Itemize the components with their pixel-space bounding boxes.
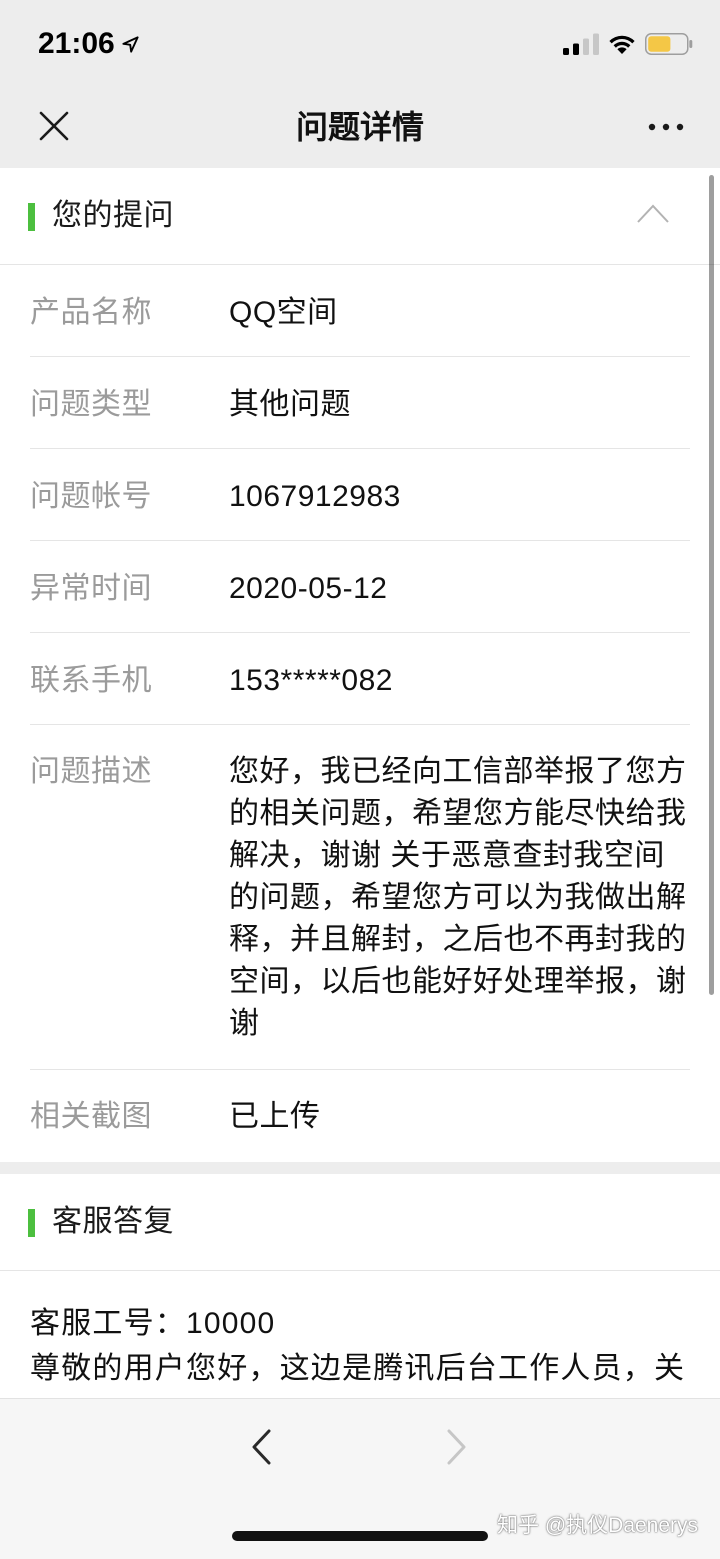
field-row-account: 问题帐号 1067912983 [30, 449, 690, 541]
signal-bar [573, 43, 579, 55]
more-button[interactable] [644, 110, 688, 144]
signal-bar [563, 48, 569, 55]
close-button[interactable] [34, 106, 74, 146]
battery-level-fill [648, 36, 671, 52]
field-label: 产品名称 [30, 296, 152, 329]
chevron-up-icon [637, 204, 669, 223]
field-label: 联系手机 [30, 664, 152, 697]
screen: 21:06 问题详情 您的提问 产品名称 QQ空间 问题类型 其他问题 问题帐号… [0, 0, 720, 1559]
reply-text: 尊敬的用户您好，这边是腾讯后台工作人员，关 [30, 1352, 686, 1385]
cellular-signal-icon [563, 33, 599, 55]
watermark: 知乎 @执仪Daenerys [497, 1514, 699, 1537]
forward-button[interactable] [436, 1425, 476, 1469]
field-value: 2020-05-12 [229, 572, 388, 605]
chevron-right-icon [447, 1429, 466, 1465]
section-accent-bar [28, 1209, 35, 1237]
field-value-description: 您好，我已经向工信部举报了您方的相关问题，希望您方能尽快给我解决，谢谢 关于恶意… [229, 755, 687, 1040]
agent-id-line: 客服工号：10000 [30, 1307, 276, 1340]
scrollbar[interactable] [709, 175, 714, 995]
field-row-description: 问题描述 您好，我已经向工信部举报了您方的相关问题，希望您方能尽快给我解决，谢谢… [30, 725, 690, 1070]
collapse-toggle[interactable] [636, 202, 670, 224]
status-time: 21:06 [38, 27, 115, 60]
section-accent-bar [28, 203, 35, 231]
content-area: 您的提问 产品名称 QQ空间 问题类型 其他问题 问题帐号 1067912983 [0, 168, 720, 1398]
page-title: 问题详情 [295, 109, 424, 145]
field-value: QQ空间 [229, 296, 338, 329]
section-title: 客服答复 [52, 1205, 174, 1238]
status-bar: 21:06 [0, 0, 720, 86]
location-arrow-icon [122, 36, 139, 53]
field-row-issue-type: 问题类型 其他问题 [30, 357, 690, 449]
field-label: 问题帐号 [30, 480, 152, 513]
field-label: 异常时间 [30, 572, 152, 605]
close-icon [39, 111, 69, 141]
reply-body: 客服工号：10000 尊敬的用户您好，这边是腾讯后台工作人员，关 [0, 1271, 720, 1391]
section-separator [0, 1162, 720, 1174]
section-header-question[interactable]: 您的提问 [0, 168, 720, 265]
field-label: 问题描述 [30, 755, 152, 788]
signal-bar [583, 38, 589, 55]
section-header-reply: 客服答复 [0, 1174, 720, 1271]
field-row-phone: 联系手机 153*****082 [30, 633, 690, 725]
field-value: 153*****082 [229, 664, 393, 697]
field-row-time: 异常时间 2020-05-12 [30, 541, 690, 633]
field-label: 问题类型 [30, 388, 152, 421]
field-value: 其他问题 [229, 388, 351, 421]
signal-bar [593, 33, 599, 55]
field-label: 相关截图 [30, 1100, 152, 1133]
more-icon [648, 123, 684, 131]
question-fields: 产品名称 QQ空间 问题类型 其他问题 问题帐号 1067912983 异常时间… [30, 265, 690, 1162]
field-value: 已上传 [229, 1100, 321, 1133]
wifi-icon [609, 35, 635, 54]
chevron-left-icon [252, 1429, 271, 1465]
home-indicator [232, 1531, 488, 1541]
battery-icon [645, 33, 693, 55]
back-button[interactable] [242, 1425, 282, 1469]
field-row-product-name: 产品名称 QQ空间 [30, 265, 690, 357]
field-row-screenshot: 相关截图 已上传 [30, 1070, 690, 1162]
field-value: 1067912983 [229, 480, 401, 513]
nav-bar: 问题详情 [0, 86, 720, 168]
section-title: 您的提问 [52, 199, 174, 232]
